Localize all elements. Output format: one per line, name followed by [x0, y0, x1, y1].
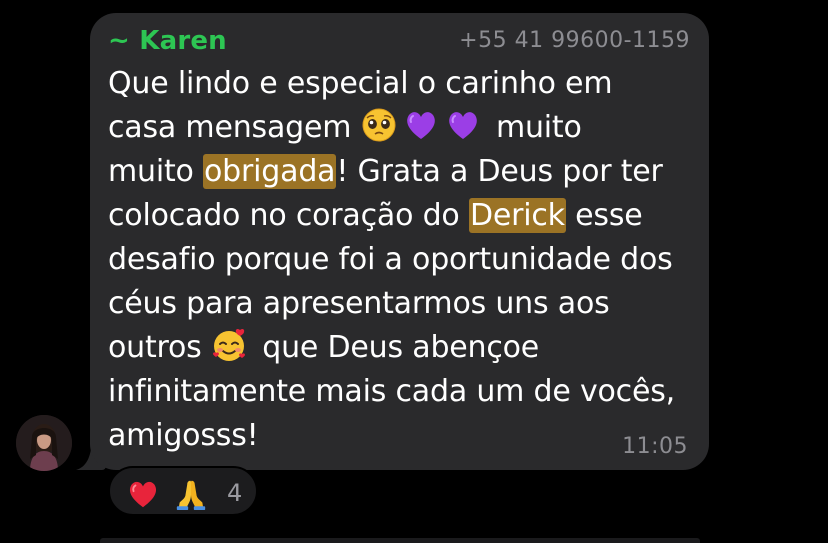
- folded-hands-emoji: [176, 480, 206, 511]
- text-segment: esse: [565, 198, 643, 233]
- smiling-face-with-hearts-emoji: [211, 327, 247, 363]
- text-segment: Que lindo e especial o carinho em: [108, 66, 613, 101]
- purple-heart-emoji: [403, 107, 439, 143]
- text-segment: amigosss!: [108, 418, 259, 453]
- search-highlight: Derick: [468, 198, 566, 233]
- text-segment: desafio porque foi a oportunidade dos: [108, 242, 673, 277]
- red-heart-emoji: [129, 481, 157, 508]
- message-line: amigosss!: [108, 414, 698, 458]
- reaction-count: 4: [227, 479, 243, 507]
- message-line: céus para apresentarmos uns aos: [108, 282, 698, 326]
- next-message-edge: [100, 538, 700, 543]
- text-segment: muito: [108, 154, 204, 189]
- avatar-photo: [16, 415, 72, 471]
- text-segment: colocado no coração do: [108, 198, 469, 233]
- search-highlight: obrigada: [203, 154, 337, 189]
- message-line: infinitamente mais cada um de vocês,: [108, 370, 698, 414]
- message-line: desafio porque foi a oportunidade dos: [108, 238, 698, 282]
- message-line: Que lindo e especial o carinho em: [108, 62, 698, 106]
- message-line: colocado no coração do Derick esse: [108, 194, 698, 238]
- avatar[interactable]: [16, 415, 72, 471]
- text-segment: que Deus abençoe: [252, 330, 540, 365]
- message-line: casa mensagem muito: [108, 106, 698, 150]
- message-line: muito obrigada! Grata a Deus por ter: [108, 150, 698, 194]
- chat-screen: ~ Karen +55 41 99600-1159 Que lindo e es…: [0, 0, 828, 543]
- message-text: Que lindo e especial o carinho em casa m…: [108, 62, 698, 458]
- text-segment: muito: [486, 110, 582, 145]
- sender-row: ~ Karen +55 41 99600-1159: [108, 26, 690, 56]
- text-segment: casa mensagem: [108, 110, 361, 145]
- sender-phone[interactable]: +55 41 99600-1159: [459, 28, 690, 53]
- sender-name[interactable]: ~ Karen: [108, 26, 227, 56]
- text-segment: outros: [108, 330, 211, 365]
- pleading-face-emoji: [361, 107, 397, 143]
- purple-heart-emoji: [445, 107, 481, 143]
- message-line: outros que Deus abençoe: [108, 326, 698, 370]
- text-segment: céus para apresentarmos uns aos: [108, 286, 610, 321]
- reactions-pill[interactable]: 4: [108, 466, 258, 516]
- message-time: 11:05: [622, 434, 688, 459]
- text-segment: infinitamente mais cada um de vocês,: [108, 374, 675, 409]
- text-segment: ! Grata a Deus por ter: [336, 154, 663, 189]
